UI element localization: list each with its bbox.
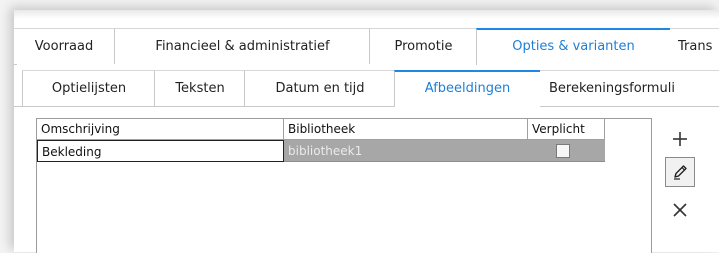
tab-promotie[interactable]: Promotie	[369, 28, 477, 64]
column-header-verplicht[interactable]: Verplicht	[528, 119, 605, 140]
column-header-omschrijving[interactable]: Omschrijving	[37, 119, 284, 140]
verplicht-checkbox[interactable]	[556, 144, 570, 158]
window-top-edge	[14, 10, 719, 19]
tab-voorraad[interactable]: Voorraad	[14, 28, 114, 64]
column-header-bibliotheek[interactable]: Bibliotheek	[284, 119, 528, 140]
tab-datum-en-tijd[interactable]: Datum en tijd	[244, 70, 395, 106]
sub-tab-bar: Optielijsten Teksten Datum en tijd Afbee…	[14, 70, 719, 107]
table-row[interactable]: Bekleding bibliotheek1	[37, 140, 605, 162]
grid-header: Omschrijving Bibliotheek Verplicht	[37, 119, 605, 140]
cell-bibliotheek[interactable]: bibliotheek1	[284, 140, 528, 162]
tab-financieel-administratief[interactable]: Financieel & administratief	[114, 28, 370, 64]
tab-berekeningsformulieren[interactable]: Berekeningsformuli	[539, 70, 719, 105]
tab-trans[interactable]: Trans	[669, 28, 719, 63]
tab-teksten[interactable]: Teksten	[154, 70, 245, 106]
delete-button[interactable]	[665, 195, 695, 225]
cell-omschrijving[interactable]: Bekleding	[37, 140, 284, 162]
tab-optielijsten[interactable]: Optielijsten	[22, 70, 155, 106]
plus-icon	[673, 132, 687, 146]
add-button[interactable]	[665, 124, 695, 154]
main-tab-bar: Voorraad Financieel & administratief Pro…	[14, 28, 719, 65]
edit-button[interactable]	[665, 157, 695, 187]
images-grid[interactable]: Omschrijving Bibliotheek Verplicht Bekle…	[36, 118, 652, 253]
tab-opties-varianten[interactable]: Opties & varianten	[476, 28, 670, 65]
tab-afbeeldingen[interactable]: Afbeeldingen	[394, 70, 540, 107]
close-icon	[673, 203, 687, 217]
cell-verplicht[interactable]	[528, 140, 605, 162]
pencil-icon	[674, 165, 687, 180]
